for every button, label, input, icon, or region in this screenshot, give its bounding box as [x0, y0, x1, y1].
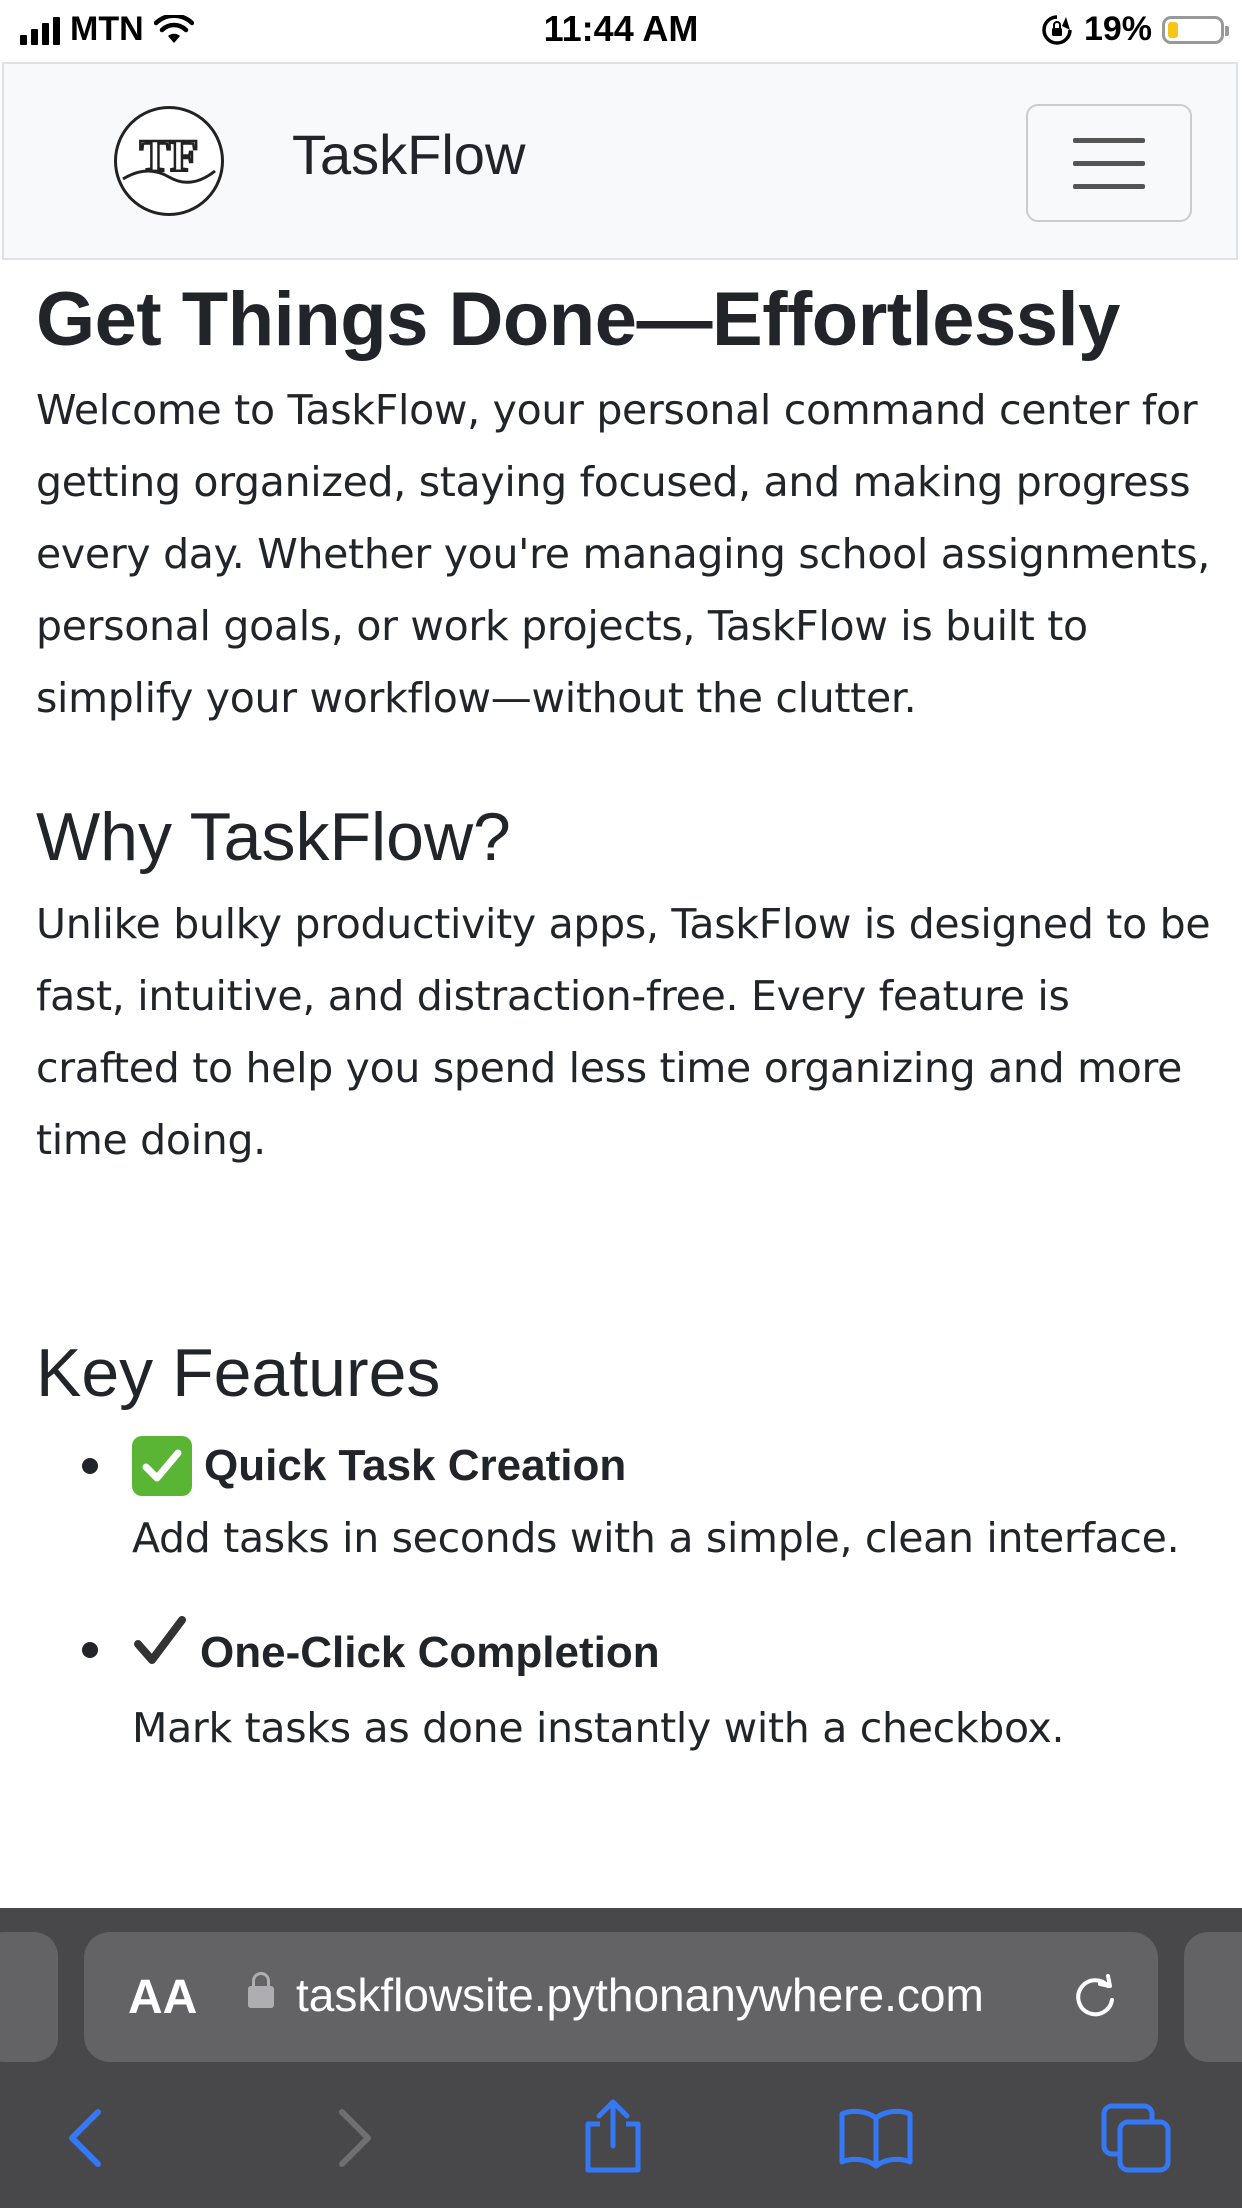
url-text[interactable]: taskflowsite.pythonanywhere.com: [296, 1968, 1016, 2028]
features-heading: Key Features: [36, 1335, 441, 1411]
lock-icon: [248, 1972, 274, 2008]
hamburger-icon: [1073, 137, 1145, 143]
url-field[interactable]: AA taskflowsite.pythonanywhere.com: [84, 1932, 1158, 2062]
main-content: Get Things Done—Effortlessly Welcome to …: [36, 272, 1216, 1804]
browser-toolbar: [0, 2068, 1242, 2208]
browser-address-bar: AA taskflowsite.pythonanywhere.com: [0, 1908, 1242, 2068]
feature-description: Mark tasks as done instantly with a chec…: [132, 1704, 1065, 1752]
status-bar: MTN 11:44 AM 19%: [0, 0, 1242, 62]
orientation-lock-icon: [1042, 14, 1072, 45]
why-paragraph: Unlike bulky productivity apps, TaskFlow…: [36, 900, 1211, 1164]
menu-toggle-button[interactable]: [1026, 104, 1192, 222]
feature-description: Add tasks in seconds with a simple, clea…: [132, 1514, 1180, 1562]
list-item: One-Click Completion Mark tasks as done …: [36, 1614, 1216, 1764]
reader-settings-button[interactable]: AA: [128, 1970, 197, 2025]
brand-name[interactable]: TaskFlow: [292, 122, 525, 187]
forward-icon[interactable]: [328, 2106, 378, 2170]
check-mark-button-icon: [132, 1436, 192, 1496]
features-list: Quick Task Creation Add tasks in seconds…: [36, 1430, 1216, 1764]
back-icon[interactable]: [62, 2106, 112, 2170]
logo-text: TF: [140, 130, 199, 181]
previous-tab-peek[interactable]: [0, 1932, 58, 2062]
feature-title: One-Click Completion: [200, 1628, 660, 1677]
next-tab-peek[interactable]: [1184, 1932, 1242, 2062]
check-mark-icon: [132, 1614, 188, 1692]
list-item: Quick Task Creation Add tasks in seconds…: [36, 1430, 1216, 1574]
tabs-icon[interactable]: [1100, 2102, 1174, 2174]
status-right: 19%: [1040, 10, 1229, 49]
share-icon[interactable]: [580, 2096, 646, 2176]
taskflow-logo[interactable]: TF: [114, 106, 224, 216]
intro-paragraph: Welcome to TaskFlow, your personal comma…: [36, 386, 1211, 722]
battery-icon: [1162, 15, 1229, 44]
battery-percent: 19%: [1083, 10, 1152, 48]
navbar: TF TaskFlow: [2, 62, 1238, 260]
reload-icon[interactable]: [1068, 1970, 1122, 2024]
bookmarks-icon[interactable]: [836, 2106, 916, 2170]
feature-title: Quick Task Creation: [204, 1441, 627, 1490]
page-title: Get Things Done—Effortlessly: [36, 277, 1120, 362]
why-heading: Why TaskFlow?: [36, 799, 511, 875]
